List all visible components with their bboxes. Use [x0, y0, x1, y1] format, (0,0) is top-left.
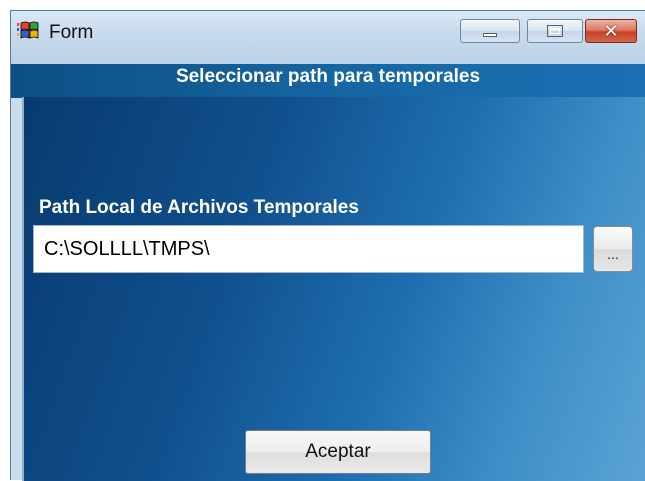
- maximize-button[interactable]: [527, 19, 583, 43]
- minimize-icon: [483, 33, 497, 37]
- form-window: Form ✕ Seleccionar path para temporales …: [10, 10, 645, 481]
- path-label: Path Local de Archivos Temporales: [39, 197, 359, 218]
- window-title: Form: [49, 22, 94, 43]
- header-band: Seleccionar path para temporales: [11, 64, 645, 98]
- maximize-icon: [547, 25, 563, 37]
- header-title: Seleccionar path para temporales: [175, 66, 481, 87]
- browse-button[interactable]: ...: [593, 226, 633, 272]
- client-area: [22, 97, 645, 481]
- title-bar[interactable]: Form ✕: [11, 11, 645, 64]
- windows-flag-icon: [17, 21, 39, 41]
- close-icon: ✕: [603, 21, 619, 41]
- path-input[interactable]: C:\SOLLLL\TMPS\: [33, 225, 584, 273]
- close-button[interactable]: ✕: [585, 19, 637, 43]
- accept-button[interactable]: Aceptar: [245, 430, 431, 474]
- minimize-button[interactable]: [460, 19, 520, 43]
